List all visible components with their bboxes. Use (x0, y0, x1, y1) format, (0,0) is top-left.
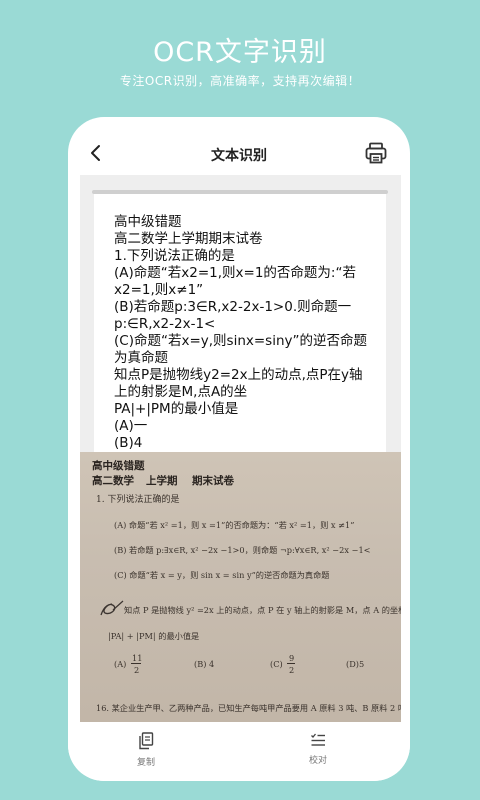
copy-button[interactable]: 复制 (116, 732, 176, 768)
fraction-bar (131, 663, 141, 664)
checklist-icon (311, 733, 325, 746)
ocr-text-line: PA|+|PM的最小值是 (114, 401, 239, 417)
ocr-text-line: 知点P是抛物线y2=2x上的动点,点P在y轴 (114, 367, 363, 383)
photo-line: |PA| + |PM| 的最小值是 (108, 631, 200, 641)
photo-line: 9 (289, 653, 295, 663)
copy-document-icon (139, 732, 154, 750)
ocr-text-line: p:∈R,x2-2x-1< (114, 316, 216, 332)
ocr-text-line: (A)命题“若x2=1,则x=1的否命题为:“若 (114, 265, 356, 281)
ocr-text-line: (B)若命题p:3∈R,x2-2x-1>0.则命题一 (114, 299, 352, 315)
photo-line: 16. 某企业生产甲、乙两种产品，已知生产每吨甲产品要用 A 原料 3 吨、B … (96, 703, 401, 713)
ocr-text-line: (B)4 (114, 435, 143, 451)
photo-line: 知点 P 是抛物线 y² =2x 上的动点，点 P 在 y 轴上的射影是 M，点… (124, 605, 401, 615)
promo-subtitle: 专注OCR识别，高准确率，支持再次编辑！ (119, 74, 361, 88)
content-area: 高中级错题 高二数学上学期期末试卷 1.下列说法正确的是 (A)命题“若x2=1,则x… (80, 175, 401, 722)
ocr-text-line: 高二数学上学期期末试卷 (114, 231, 263, 247)
ocr-text-line: (C)命题“若x=y,则sinx=siny”的逆否命题 (114, 333, 367, 349)
photo-line: 2 (134, 665, 140, 675)
bottom-tabbar: 复制 校对 (68, 722, 410, 781)
photo-line: (C) (270, 659, 283, 669)
photo-line: (B) 若命题 p:∃x∈R, x² −2x −1>0，则命题 ¬p:∀x∈R,… (114, 545, 371, 555)
phone-frame: 文本识别 高中级错题 高二数学上学期期末试卷 1.下列说法正确的是 (A)命题“若x2… (68, 117, 410, 781)
proofread-button[interactable]: 校对 (288, 732, 348, 766)
ocr-text-line: 1.下列说法正确的是 (114, 248, 235, 264)
fraction-bar (287, 663, 295, 664)
promo-title: OCR文字识别 (153, 37, 327, 68)
source-photo: 高中级错题 高二数学 上学期 期末试卷 1. 下列说法正确的是 (A) 命题“若… (80, 452, 401, 722)
photo-line: 1. 下列说法正确的是 (96, 495, 180, 505)
ocr-text-editor[interactable]: 高中级错题 高二数学上学期期末试卷 1.下列说法正确的是 (A)命题“若x2=1,则x… (94, 194, 386, 454)
photo-line: 上学期 (146, 475, 178, 487)
photo-line: 高二数学 (92, 475, 134, 487)
ocr-text-line: x2=1,则x≠1” (114, 282, 204, 298)
ocr-text-line: 上的射影是M,点A的坐 (114, 384, 248, 400)
page-title: 文本识别 (211, 148, 267, 164)
ocr-text-line: 为真命题 (114, 350, 168, 366)
photo-line: 期末试卷 (192, 475, 234, 487)
printer-icon (365, 142, 387, 164)
photo-line: (A) 命题“若 x² =1，则 x =1”的否命题为：“若 x² =1，则 x… (114, 520, 355, 530)
photo-line: (A) (114, 659, 127, 669)
ocr-text-line: (A)一 (114, 418, 148, 434)
ocr-text-line: 高中级错题 (114, 214, 182, 230)
photo-line: (B) 4 (194, 659, 215, 669)
photo-line: 高中级错题 (92, 460, 145, 472)
print-button[interactable] (364, 141, 388, 165)
photo-line: 11 (132, 653, 143, 663)
copy-label: 复制 (136, 758, 155, 768)
screen-header: 文本识别 (68, 117, 410, 175)
pencil-scribble-icon (100, 600, 124, 616)
proofread-label: 校对 (308, 756, 327, 766)
photo-line: 2 (289, 665, 295, 675)
photo-line: (D)5 (346, 659, 365, 669)
photo-line: (C) 命题“若 x = y，则 sin x = sin y”的逆否命题为真命题 (114, 570, 330, 580)
